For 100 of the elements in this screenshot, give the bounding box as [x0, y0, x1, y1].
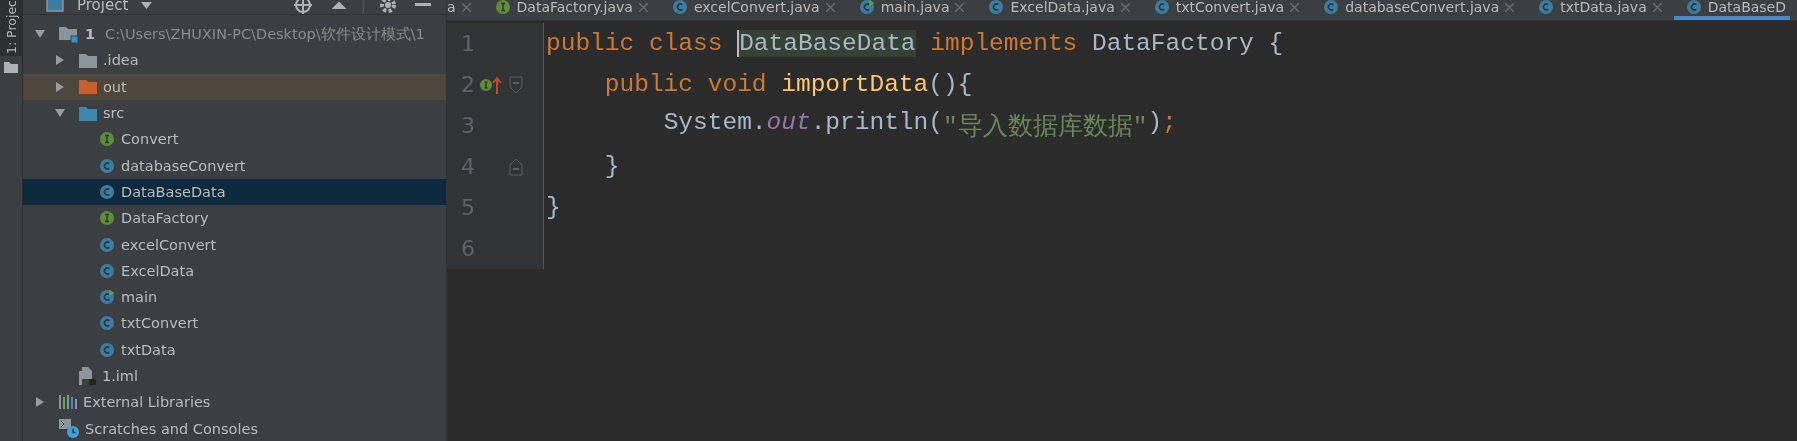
tree-item[interactable]: 1 C:\Users\ZHUXIN-PC\Desktop\软件设计模式\1: [23, 21, 446, 48]
tree-label: databaseConvert: [121, 157, 246, 174]
code-text: (){: [928, 71, 973, 98]
tree-item[interactable]: main: [23, 283, 446, 311]
close-icon[interactable]: [638, 2, 648, 12]
code-text: }: [604, 153, 620, 180]
method-name: importData: [781, 71, 929, 98]
editor-tab[interactable]: a: [447, 0, 483, 20]
tree-label: Convert: [121, 131, 179, 148]
folder-icon: [79, 79, 97, 95]
close-icon[interactable]: [1120, 2, 1130, 12]
libraries-icon: [59, 395, 77, 410]
close-icon[interactable]: [461, 2, 471, 12]
collapsed-arrow-icon[interactable]: [35, 397, 45, 408]
tree-label: .idea: [103, 52, 139, 69]
close-icon[interactable]: [1652, 2, 1662, 12]
class-icon: [1538, 0, 1555, 15]
class-icon: [1323, 0, 1340, 15]
interface-icon: [99, 131, 115, 148]
collapse-all-icon[interactable]: [330, 0, 348, 12]
tree-item[interactable]: Convert: [23, 126, 446, 153]
file-icon: [79, 367, 96, 385]
tree-item[interactable]: databaseConvert: [23, 152, 446, 179]
static-field: out: [766, 109, 811, 142]
locate-icon[interactable]: [294, 0, 312, 14]
close-icon[interactable]: [825, 2, 835, 12]
tree-label: txtConvert: [121, 315, 199, 332]
editor-tab[interactable]: main.java: [846, 0, 977, 20]
keyword-text: public class: [546, 30, 724, 57]
tree-item[interactable]: txtData: [23, 336, 446, 363]
dropdown-caret-icon[interactable]: [141, 1, 153, 9]
class-icon: [99, 315, 115, 332]
module-folder-icon: [59, 25, 79, 43]
class-icon: [988, 0, 1005, 15]
class-icon: [1685, 0, 1702, 15]
folder-icon[interactable]: [4, 62, 18, 73]
module-path: C:\Users\ZHUXIN-PC\Desktop\软件设计模式\1: [105, 24, 425, 44]
implements-marker-icon[interactable]: [479, 74, 503, 95]
tree-item[interactable]: Scratches and Consoles: [23, 415, 446, 441]
tree-label: txtData: [121, 341, 176, 358]
editor-tab[interactable]: DataBaseD: [1673, 0, 1791, 20]
runnable-class-icon: [99, 289, 115, 306]
keyword-text: implements: [930, 30, 1079, 57]
fold-marker-icon[interactable]: [509, 157, 523, 176]
editor-tab[interactable]: ExcelData.java: [976, 0, 1142, 20]
tree-label: excelConvert: [121, 236, 217, 253]
editor-tab[interactable]: txtConvert.java: [1141, 0, 1312, 20]
editor-tab[interactable]: databaseConvert.java: [1311, 0, 1527, 20]
tree-label: 1: [85, 26, 96, 43]
folder-icon: [79, 105, 97, 121]
keyword-text: public void: [604, 71, 768, 98]
string-literal: "导入数据库数据": [943, 112, 1148, 142]
class-icon: [99, 262, 115, 279]
tree-item[interactable]: DataFactory: [23, 205, 446, 232]
tree-item[interactable]: DataBaseData: [23, 178, 446, 206]
tree-label: 1.iml: [102, 368, 139, 384]
tree-item[interactable]: src: [23, 99, 446, 127]
tree-label: DataFactory: [121, 210, 209, 227]
interface-icon: [494, 0, 511, 15]
folder-icon: [79, 52, 97, 68]
tree-item[interactable]: excelConvert: [23, 231, 446, 258]
code-text: }: [546, 194, 561, 221]
class-icon: [99, 341, 115, 358]
project-tool-tab[interactable]: 1: Projec: [0, 0, 22, 56]
collapsed-arrow-icon[interactable]: [55, 81, 65, 92]
close-icon[interactable]: [955, 2, 965, 12]
close-icon[interactable]: [1290, 2, 1300, 12]
tree-label: Scratches and Consoles: [85, 420, 258, 437]
tree-item[interactable]: 1.iml: [23, 362, 446, 390]
tree-label: DataBaseData: [121, 183, 226, 200]
fold-marker-icon[interactable]: [509, 75, 523, 94]
editor-tab[interactable]: excelConvert.java: [659, 0, 847, 20]
keyword-text: ;: [1162, 109, 1177, 138]
project-view-icon: [46, 0, 64, 12]
class-icon: [99, 183, 115, 200]
minimize-icon[interactable]: [415, 3, 431, 7]
interface-icon: [99, 210, 115, 227]
tree-item[interactable]: External Libraries: [23, 389, 446, 416]
class-icon: [99, 236, 115, 253]
editor-tab[interactable]: txtData.java: [1526, 0, 1674, 20]
runnable-class-icon: [858, 0, 875, 15]
code-text: DataFactory {: [1092, 30, 1284, 57]
tree-item[interactable]: txtConvert: [23, 310, 446, 337]
class-icon: [1153, 0, 1170, 15]
editor-tab[interactable]: DataFactory.java: [482, 0, 660, 20]
highlighted-identifier: DataBaseData: [737, 30, 916, 57]
tree-label: src: [103, 105, 125, 122]
close-icon[interactable]: [1505, 2, 1515, 12]
tree-label: main: [121, 289, 158, 306]
collapsed-arrow-icon[interactable]: [55, 55, 65, 66]
tree-label: ExcelData: [121, 262, 195, 279]
code-text: .println(: [810, 109, 943, 138]
settings-icon[interactable]: [379, 0, 397, 14]
tree-item[interactable]: ExcelData: [23, 257, 446, 284]
tree-item[interactable]: .idea: [23, 47, 446, 74]
tree-label: External Libraries: [83, 394, 211, 411]
tree-item[interactable]: out: [23, 73, 446, 100]
expanded-arrow-icon[interactable]: [35, 29, 45, 40]
class-icon: [99, 157, 115, 174]
expanded-arrow-icon[interactable]: [55, 108, 65, 119]
